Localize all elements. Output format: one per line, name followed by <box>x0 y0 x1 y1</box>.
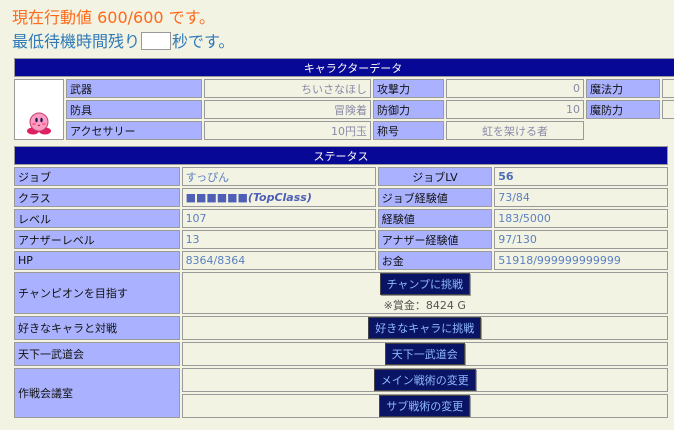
epithet-value: 虹を架ける者 <box>446 121 584 140</box>
mdef-value: 10 <box>662 100 674 119</box>
champion-reward-text: ※賞金：8424 G <box>383 299 466 312</box>
status-title: ステータス <box>14 146 668 165</box>
defense-label: 防御力 <box>373 100 444 119</box>
accessory-value: 10円玉 <box>204 121 371 140</box>
exp-label: 経験値 <box>377 209 493 228</box>
champion-label: チャンピオンを目指す <box>14 272 180 314</box>
accessory-label: アクセサリー <box>66 121 202 140</box>
character-table: キャラクターデータ 武器 ちいさなほし 攻撃力 0 魔法力 20 <box>12 56 674 142</box>
kirby-avatar-icon <box>27 112 51 135</box>
gold-value: 51918/999999999999 <box>494 251 668 270</box>
wait-suffix: 秒です。 <box>172 32 235 51</box>
status-panel: ステータス ジョブ すっぴん ジョブLV 56 クラス ■■■■■■(TopCl… <box>12 144 670 428</box>
favorite-challenge-button[interactable]: 好きなキャラに挑戦 <box>368 317 482 339</box>
tournament-button[interactable]: 天下一武道会 <box>384 343 465 365</box>
attack-label: 攻撃力 <box>373 79 444 98</box>
character-data-panel: キャラクターデータ 武器 ちいさなほし 攻撃力 0 魔法力 20 <box>12 56 674 144</box>
armor-value: 冒険着 <box>204 100 371 119</box>
status-table: ステータス ジョブ すっぴん ジョブLV 56 クラス ■■■■■■(TopCl… <box>12 144 670 420</box>
magic-value: 20 <box>662 79 674 98</box>
sub-strategy-button[interactable]: サブ戦術の変更 <box>379 395 471 417</box>
class-label: クラス <box>14 188 180 207</box>
main-strategy-cell: メイン戦術の変更 <box>181 368 668 392</box>
joblv-label: ジョブLV <box>377 167 493 186</box>
wait-time-line: 最低待機時間残り 秒です。 <box>12 28 234 52</box>
weapon-value: ちいさなほし <box>204 79 371 98</box>
avatar <box>14 79 64 140</box>
job-value: すっぴん <box>181 167 376 186</box>
character-data-title: キャラクターデータ <box>14 58 674 77</box>
exp-value: 183/5000 <box>494 209 668 228</box>
weapon-label: 武器 <box>66 79 202 98</box>
sub-strategy-cell: サブ戦術の変更 <box>181 394 668 418</box>
wait-time-field <box>141 32 172 50</box>
champion-action-cell: チャンプに挑戦 ※賞金：8424 G <box>181 272 668 314</box>
strategy-label: 作戦会議室 <box>14 368 180 418</box>
action-points-text: 現在行動値 600/600 です。 <box>12 8 216 27</box>
favorite-label: 好きなキャラと対戦 <box>14 316 180 340</box>
favorite-action-cell: 好きなキャラに挑戦 <box>181 316 668 340</box>
defense-value: 10 <box>446 100 584 119</box>
class-value: ■■■■■■(TopClass) <box>181 188 376 207</box>
gold-label: お金 <box>377 251 493 270</box>
another-exp-label: アナザー経験値 <box>377 230 493 249</box>
champion-challenge-button[interactable]: チャンプに挑戦 <box>379 273 471 295</box>
armor-label: 防具 <box>66 100 202 119</box>
job-label: ジョブ <box>14 167 180 186</box>
another-level-value: 13 <box>181 230 376 249</box>
attack-value: 0 <box>446 79 584 98</box>
hp-value: 8364/8364 <box>181 251 376 270</box>
jobexp-value: 73/84 <box>494 188 668 207</box>
hp-label: HP <box>14 251 180 270</box>
main-strategy-button[interactable]: メイン戦術の変更 <box>373 369 476 391</box>
tournament-action-cell: 天下一武道会 <box>181 342 668 366</box>
wait-prefix: 最低待機時間残り <box>12 32 141 51</box>
magic-label: 魔法力 <box>586 79 660 98</box>
epithet-label: 称号 <box>373 121 444 140</box>
another-level-label: アナザーレベル <box>14 230 180 249</box>
tournament-label: 天下一武道会 <box>14 342 180 366</box>
level-label: レベル <box>14 209 180 228</box>
jobexp-label: ジョブ経験値 <box>377 188 493 207</box>
joblv-value: 56 <box>494 167 668 186</box>
level-value: 107 <box>181 209 376 228</box>
another-exp-value: 97/130 <box>494 230 668 249</box>
mdef-label: 魔防力 <box>586 100 660 119</box>
empty-cell <box>586 121 674 140</box>
